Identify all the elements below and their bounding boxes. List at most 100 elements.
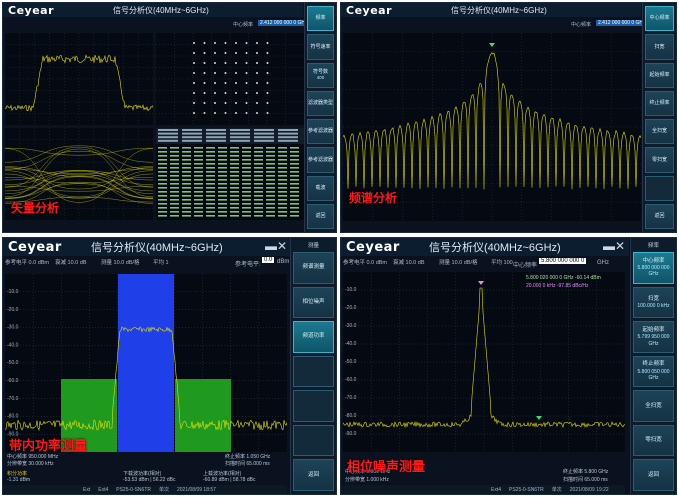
constellation-point [203, 72, 206, 74]
softkey-2[interactable]: 相位噪声 [293, 286, 334, 319]
softkey-label: 扫宽 [654, 43, 665, 50]
softkey-2[interactable]: 符号速率 [307, 34, 334, 60]
symbol-cell [278, 199, 287, 201]
integrated-power-label: 积分功率 [7, 471, 28, 477]
softkey-3[interactable]: 符号数 400 [307, 62, 334, 88]
symbol-cell [254, 211, 263, 213]
constellation-point [203, 62, 206, 64]
y-tick-label: -20.0 [7, 307, 19, 313]
softkey-2[interactable]: 扫宽 100.000 0 kHz [633, 286, 674, 319]
softkey-1[interactable]: 频率 [307, 6, 334, 32]
softkey-5[interactable]: 全扫宽 [645, 119, 674, 145]
symbol-cell [158, 171, 167, 173]
constellation-plot [156, 33, 304, 125]
symbol-cell [278, 179, 287, 181]
symbol-cell [182, 207, 191, 209]
symbol-cell [278, 163, 287, 165]
softkey-1[interactable]: 中心频率 [645, 6, 674, 32]
symbol-cell [170, 183, 179, 185]
symbol-cell [158, 203, 167, 205]
minimize-icon[interactable]: ▬ [265, 239, 277, 253]
symbol-cell [206, 167, 215, 169]
constellation-point [235, 52, 237, 54]
softkey-label: 终止频率 [649, 100, 670, 107]
symbol-cell [182, 147, 191, 149]
constellation-point [245, 102, 248, 104]
softkey-4[interactable]: 终止频率 5.800 050 000 GHz [633, 355, 674, 388]
integrated-power-value: -1.31 dBm [7, 477, 31, 483]
symbol-cell [170, 179, 179, 181]
center-freq-input[interactable]: 5.800 000 000 0 [539, 258, 587, 264]
app-title: 信号分析仪(40MHz~6GHz) [91, 242, 223, 254]
symbol-cell [230, 179, 239, 181]
summary-cell [206, 129, 226, 131]
softkey-3[interactable]: 起始频率 [645, 62, 674, 88]
softkey-5[interactable]: 参考滤波器 [307, 119, 334, 145]
constellation-point [245, 42, 248, 44]
softkey-3[interactable]: 起始频率 5.799 950 000 GHz [633, 321, 674, 353]
close-icon[interactable]: ✕ [615, 239, 625, 253]
minimize-icon[interactable]: ▬ [603, 239, 615, 253]
ref-level-input[interactable]: 0.0 [262, 257, 275, 263]
overlay-label: 矢量分析 [11, 201, 60, 215]
symbol-cell [266, 191, 275, 193]
softkey-8[interactable]: 返回 [645, 203, 674, 229]
symbol-cell [158, 167, 167, 169]
symbol-cell [266, 151, 275, 153]
y-tick-label: -80.0 [7, 414, 19, 420]
softkey-1[interactable]: 中心频率 5.800 000 000 GHz [633, 252, 674, 284]
softkey-value: 400 [316, 75, 325, 81]
softkey-3[interactable]: 频道功率 [293, 321, 334, 353]
softkey-5[interactable]: 全扫宽 [633, 390, 674, 422]
center-freq-value[interactable]: 2.412 000 000 0 GHz [596, 20, 648, 26]
y-tick-label: -90.0 [345, 431, 357, 437]
softkey-7[interactable]: 返回 [293, 459, 334, 492]
y-tick-label: -40.0 [345, 341, 357, 347]
y-tick-label: -20.0 [345, 305, 357, 311]
softkey-6[interactable] [293, 424, 334, 457]
close-icon[interactable]: ✕ [277, 239, 287, 253]
softkey-4[interactable]: 滤波器类型 [307, 90, 334, 116]
symbol-cell [158, 175, 167, 177]
constellation-point [193, 72, 195, 74]
symbol-cell [278, 211, 287, 213]
symbol-cell [218, 215, 227, 217]
softkey-6[interactable]: 参考滤波器 [307, 147, 334, 173]
symbol-cell [230, 203, 239, 205]
scale-info: 测量 10.0 dB/格 [439, 260, 478, 266]
eye-trace [5, 170, 153, 181]
softkey-7[interactable]: 载波 [307, 175, 334, 201]
symbol-cell [278, 191, 287, 193]
softkey-7[interactable]: 返回 [633, 459, 674, 492]
symbol-cell [182, 179, 191, 181]
symbol-cell [206, 199, 215, 201]
app-title: 信号分析仪(40MHz~6GHz) [113, 5, 209, 15]
softkey-4[interactable]: 终止频率 [645, 90, 674, 116]
softkey-5[interactable] [293, 390, 334, 422]
summary-cell [278, 139, 298, 142]
softkey-6[interactable]: 零扫宽 [633, 424, 674, 457]
softkey-label: 返回 [315, 213, 326, 220]
softkey-7[interactable] [645, 175, 674, 201]
softkey-6[interactable]: 零扫宽 [645, 147, 674, 173]
softkey-8[interactable]: 返回 [307, 203, 334, 229]
softkey-4[interactable] [293, 355, 334, 388]
softkey-2[interactable]: 扫宽 [645, 34, 674, 60]
constellation-point [256, 92, 258, 94]
y-tick-label: -30.0 [7, 325, 19, 331]
softkey-label: 频谱测量 [302, 264, 325, 271]
ref-level-unit: dBm [277, 259, 290, 265]
symbol-cell [278, 175, 287, 177]
softkey-column: 中心频率扫宽起始频率终止频率全扫宽 零扫宽返回 [642, 3, 676, 232]
symbol-cell [278, 195, 287, 197]
status-ext: Ext [83, 486, 91, 493]
softkey-1[interactable]: 频谱测量 [293, 252, 334, 284]
center-freq-value[interactable]: 2.412 000 000 0 GHz [258, 20, 310, 26]
symbol-cell [230, 147, 239, 149]
status-ext4: Ext4 [491, 486, 502, 493]
symbol-cell [182, 195, 191, 197]
symbol-cell [170, 171, 179, 173]
y-tick-label: -60.0 [7, 378, 19, 384]
symbol-cell [158, 151, 167, 153]
constellation-point [256, 112, 258, 114]
